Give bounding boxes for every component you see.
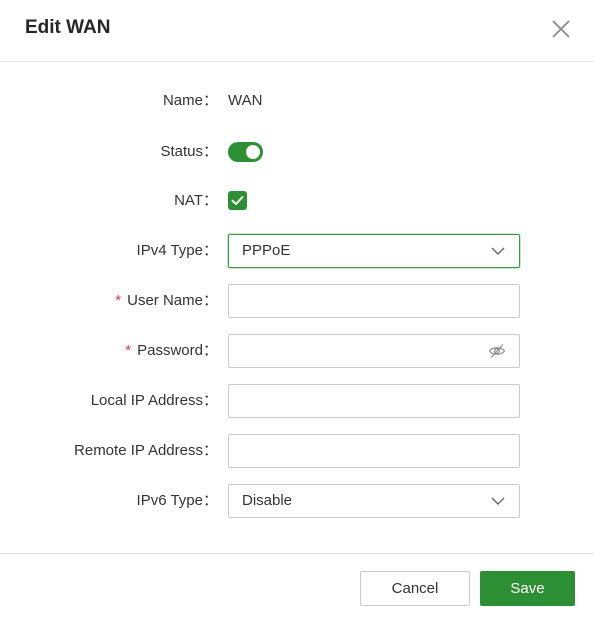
toggle-knob: [246, 145, 260, 159]
ipv4-type-select[interactable]: PPPoE: [228, 234, 520, 268]
chevron-down-icon: [491, 247, 505, 255]
status-toggle[interactable]: [228, 142, 263, 162]
eye-off-icon[interactable]: [488, 343, 506, 359]
username-row: * User Name：: [0, 284, 594, 318]
ipv4-type-value: PPPoE: [242, 242, 291, 259]
dialog-footer: Cancel Save: [0, 553, 594, 620]
ipv6-type-label: IPv6 Type：: [136, 492, 218, 509]
chevron-down-icon: [491, 497, 505, 505]
ipv6-type-row: IPv6 Type： Disable: [0, 484, 594, 518]
ipv4-type-label: IPv4 Type：: [136, 242, 218, 259]
edit-wan-dialog: Edit WAN Name： WAN Status： NAT： IPv4 Typ…: [0, 0, 594, 620]
password-input[interactable]: [229, 335, 482, 367]
ipv6-type-select[interactable]: Disable: [228, 484, 520, 518]
name-value: WAN: [228, 92, 263, 109]
password-field-box: [228, 334, 520, 368]
username-field-box: [228, 284, 520, 318]
local-ip-field-box: [228, 384, 520, 418]
required-mark: *: [125, 342, 132, 359]
cancel-button[interactable]: Cancel: [360, 571, 470, 606]
username-label: * User Name：: [115, 292, 218, 309]
name-row: Name： WAN: [0, 84, 594, 118]
close-icon[interactable]: [549, 17, 573, 41]
password-label: * Password：: [125, 342, 218, 359]
ipv6-type-value: Disable: [242, 492, 293, 509]
dialog-title: Edit WAN: [25, 17, 111, 38]
dialog-header: Edit WAN: [0, 0, 594, 62]
required-mark: *: [115, 292, 122, 309]
nat-row: NAT：: [0, 184, 594, 218]
remote-ip-label: Remote IP Address：: [74, 442, 218, 459]
nat-checkbox[interactable]: [228, 191, 247, 210]
username-input[interactable]: [229, 285, 482, 317]
remote-ip-field-box: [228, 434, 520, 468]
status-label: Status：: [160, 143, 218, 160]
check-icon: [231, 196, 244, 205]
ipv4-type-row: IPv4 Type： PPPoE: [0, 234, 594, 268]
local-ip-row: Local IP Address：: [0, 384, 594, 418]
nat-label: NAT：: [174, 192, 218, 209]
status-row: Status：: [0, 135, 594, 169]
local-ip-input[interactable]: [229, 385, 482, 417]
password-row: * Password：: [0, 334, 594, 368]
save-button[interactable]: Save: [480, 571, 575, 606]
remote-ip-input[interactable]: [229, 435, 482, 467]
remote-ip-row: Remote IP Address：: [0, 434, 594, 468]
name-label: Name：: [162, 92, 218, 109]
local-ip-label: Local IP Address：: [90, 392, 218, 409]
